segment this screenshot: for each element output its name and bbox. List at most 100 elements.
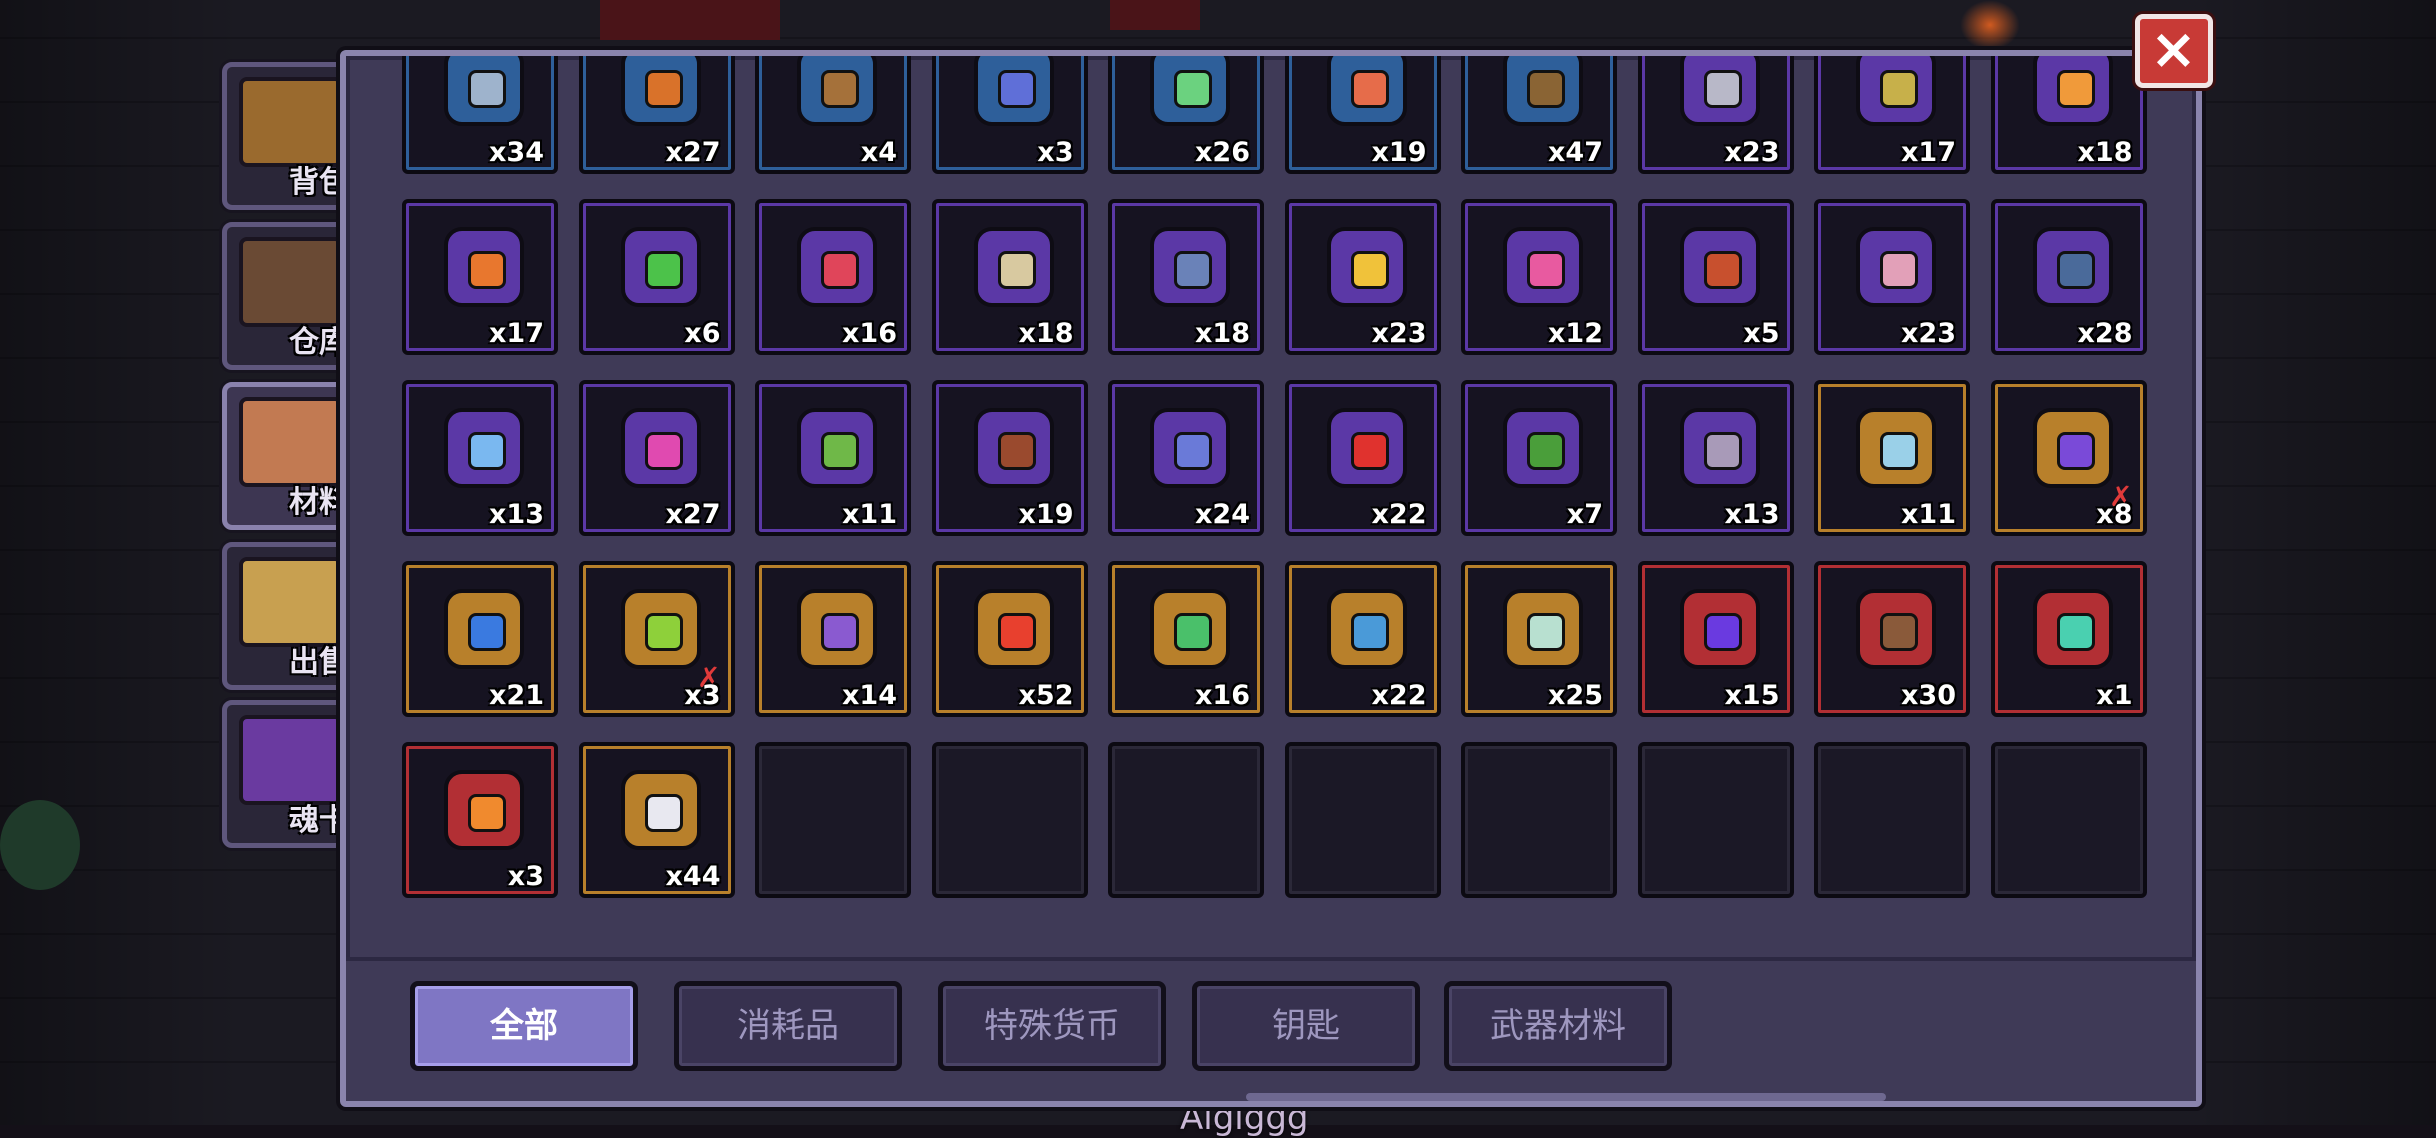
item-slot[interactable]: x13 (402, 380, 558, 536)
locked-mark-icon: ✗ (2109, 480, 2133, 513)
item-slot[interactable]: x11 (755, 380, 911, 536)
brush-icon (1856, 227, 1936, 307)
item-slot[interactable]: x18 (1108, 199, 1264, 355)
necklace-icon (797, 227, 877, 307)
item-slot[interactable]: x8 ✗ (1990, 380, 2147, 536)
item-icon-core (997, 70, 1036, 108)
empty-slot[interactable] (1814, 742, 1970, 898)
item-count: x15 (1724, 680, 1780, 711)
item-slot[interactable]: x15 (1637, 561, 1794, 717)
mask-icon (1679, 408, 1760, 488)
empty-slot[interactable] (1284, 742, 1441, 898)
item-slot[interactable]: x18 (931, 199, 1088, 355)
item-icon-core (644, 432, 683, 470)
ring-icon (444, 227, 524, 307)
item-slot[interactable]: x13 (1637, 380, 1794, 536)
item-slot[interactable]: x19 (1284, 56, 1441, 174)
plant-decoration (0, 800, 80, 890)
empty-slot[interactable] (755, 742, 911, 898)
item-slot[interactable]: x1 (1990, 561, 2147, 717)
slime-icon (444, 56, 524, 126)
filter-tab-3[interactable]: 钥匙 (1192, 981, 1420, 1071)
item-count: x23 (1901, 318, 1956, 349)
item-icon-core (1703, 613, 1742, 651)
red-pot-icon (1679, 227, 1760, 307)
item-icon-core (821, 70, 859, 108)
item-count: x14 (842, 680, 897, 711)
item-count: x27 (665, 137, 721, 168)
item-slot[interactable]: x6 (578, 199, 735, 355)
close-button[interactable]: × (2135, 14, 2213, 88)
item-icon-core (644, 70, 683, 108)
close-icon: × (2150, 17, 2197, 82)
item-slot[interactable]: x47 (1461, 56, 1617, 174)
empty-slot[interactable] (931, 742, 1088, 898)
item-slot[interactable]: x4 (755, 56, 911, 174)
empty-slot[interactable] (1461, 742, 1617, 898)
item-slot[interactable]: x16 (1108, 561, 1264, 717)
blue-flask-icon (444, 589, 524, 669)
item-count: x6 (684, 318, 721, 349)
item-slot[interactable]: x30 (1814, 561, 1970, 717)
filter-tab-4[interactable]: 武器材料 (1444, 981, 1672, 1071)
chest-icon (239, 77, 343, 167)
item-slot[interactable]: x3 (402, 742, 558, 898)
item-slot[interactable]: x21 (402, 561, 558, 717)
item-slot[interactable]: x26 (1108, 56, 1264, 174)
item-slot[interactable]: x16 (755, 199, 911, 355)
item-count: x16 (1195, 680, 1250, 711)
item-count: x27 (665, 499, 721, 530)
filter-tab-2[interactable]: 特殊货币 (938, 981, 1166, 1071)
empty-slot[interactable] (1990, 742, 2147, 898)
item-icon-core (1527, 432, 1565, 470)
scroll-indicator[interactable] (1246, 1093, 1886, 1101)
item-count: x34 (489, 137, 544, 168)
shield-icon (1150, 227, 1230, 307)
item-icon-core (997, 432, 1036, 470)
item-slot[interactable]: x17 (402, 199, 558, 355)
materials-book-icon (239, 397, 343, 487)
item-slot[interactable]: x28 (1990, 199, 2147, 355)
item-icon-core (1703, 70, 1742, 108)
item-slot[interactable]: x44 (578, 742, 735, 898)
item-slot[interactable]: x23 (1284, 199, 1441, 355)
item-slot[interactable]: x18 (1990, 56, 2147, 174)
item-slot[interactable]: x27 (578, 56, 735, 174)
item-slot[interactable]: x34 (402, 56, 558, 174)
item-icon-core (1703, 251, 1742, 289)
cactus-icon (1503, 408, 1583, 488)
item-icon-core (1174, 432, 1212, 470)
item-slot[interactable]: x23 (1637, 56, 1794, 174)
item-slot[interactable]: x22 (1284, 380, 1441, 536)
item-slot[interactable]: x11 (1814, 380, 1970, 536)
item-icon-core (1527, 251, 1565, 289)
empty-slot[interactable] (1108, 742, 1264, 898)
item-icon-core (644, 251, 683, 289)
filter-tab-0[interactable]: 全部 (410, 981, 638, 1071)
item-slot[interactable]: x27 (578, 380, 735, 536)
item-slot[interactable]: x22 (1284, 561, 1441, 717)
item-slot[interactable]: x7 (1461, 380, 1617, 536)
item-slot[interactable]: x25 (1461, 561, 1617, 717)
filter-tab-1[interactable]: 消耗品 (674, 981, 902, 1071)
item-slot[interactable]: x17 (1814, 56, 1970, 174)
item-slot[interactable]: x19 (931, 380, 1088, 536)
item-slot[interactable]: x12 (1461, 199, 1617, 355)
item-slot[interactable]: x14 (755, 561, 911, 717)
item-count: x16 (842, 318, 897, 349)
empty-slot[interactable] (1637, 742, 1794, 898)
item-count: x3 (1037, 137, 1074, 168)
item-icon-core (1880, 251, 1918, 289)
item-slot[interactable]: x24 (1108, 380, 1264, 536)
item-icon-core (2056, 613, 2095, 651)
item-count: x17 (1901, 137, 1956, 168)
item-slot[interactable]: x52 (931, 561, 1088, 717)
item-icon-core (468, 432, 506, 470)
item-slot[interactable]: x3 ✗ (578, 561, 735, 717)
item-slot[interactable]: x3 (931, 56, 1088, 174)
item-slot[interactable]: x5 (1637, 199, 1794, 355)
item-slot[interactable]: x23 (1814, 199, 1970, 355)
item-icon-core (1880, 432, 1918, 470)
red-potion-icon (1326, 408, 1407, 488)
crystal-shard-icon (1150, 56, 1230, 126)
